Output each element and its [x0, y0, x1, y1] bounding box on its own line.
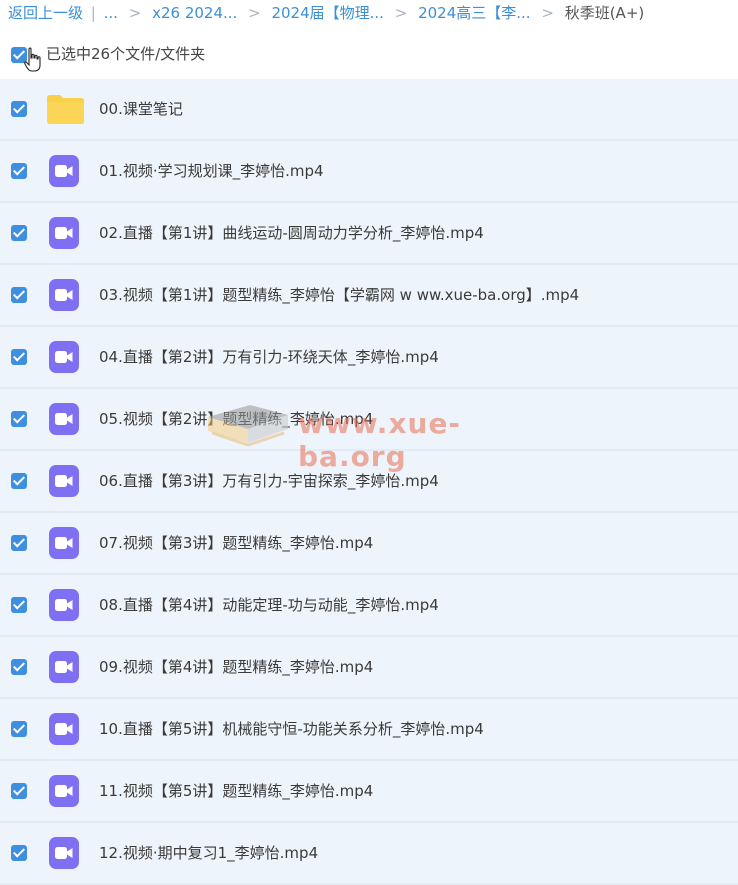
video-file-icon: [49, 279, 79, 311]
file-name[interactable]: 00.课堂笔记: [99, 98, 183, 120]
breadcrumb-item-senior[interactable]: 2024高三【李...: [418, 4, 530, 22]
video-file-icon: [49, 589, 79, 621]
file-row[interactable]: 04.直播【第2讲】万有引力-环绕天体_李婷怡.mp4: [0, 327, 738, 389]
file-name[interactable]: 02.直播【第1讲】曲线运动-圆周动力学分析_李婷怡.mp4: [99, 222, 484, 244]
breadcrumb-separator: >: [128, 4, 142, 22]
file-checkbox[interactable]: [11, 473, 27, 489]
file-checkbox[interactable]: [11, 783, 27, 799]
file-row[interactable]: 05.视频【第2讲】题型精练_李婷怡.mp4: [0, 389, 738, 451]
breadcrumb-current: 秋季班(A+): [564, 4, 645, 22]
file-row[interactable]: 02.直播【第1讲】曲线运动-圆周动力学分析_李婷怡.mp4: [0, 203, 738, 265]
file-checkbox[interactable]: [11, 411, 27, 427]
file-row[interactable]: 08.直播【第4讲】动能定理-功与动能_李婷怡.mp4: [0, 575, 738, 637]
selection-count-text: 已选中26个文件/文件夹: [46, 45, 206, 63]
breadcrumb-pipe: |: [90, 4, 96, 22]
file-checkbox[interactable]: [11, 597, 27, 613]
video-file-icon: [49, 651, 79, 683]
file-name[interactable]: 09.视频【第4讲】题型精练_李婷怡.mp4: [99, 656, 373, 678]
selection-bar: 已选中26个文件/文件夹: [0, 38, 738, 72]
file-row[interactable]: 00.课堂笔记: [0, 79, 738, 141]
file-name[interactable]: 06.直播【第3讲】万有引力-宇宙探索_李婷怡.mp4: [99, 470, 439, 492]
file-row[interactable]: 06.直播【第3讲】万有引力-宇宙探索_李婷怡.mp4: [0, 451, 738, 513]
video-file-icon: [49, 155, 79, 187]
back-link[interactable]: 返回上一级: [8, 4, 83, 22]
video-file-icon: [49, 713, 79, 745]
breadcrumb-separator: >: [248, 4, 261, 22]
file-name[interactable]: 04.直播【第2讲】万有引力-环绕天体_李婷怡.mp4: [99, 346, 439, 368]
file-row[interactable]: 10.直播【第5讲】机械能守恒-功能关系分析_李婷怡.mp4: [0, 699, 738, 761]
video-file-icon: [49, 403, 79, 435]
video-file-icon: [49, 341, 79, 373]
video-file-icon: [49, 837, 79, 869]
video-file-icon: [49, 465, 79, 497]
breadcrumb-separator: >: [541, 4, 554, 22]
file-row[interactable]: 11.视频【第5讲】题型精练_李婷怡.mp4: [0, 761, 738, 823]
file-list: 00.课堂笔记 01.视频·学习规划课_李婷怡.mp4 02.直播【第1讲】曲线运动…: [0, 79, 738, 885]
file-checkbox[interactable]: [11, 163, 27, 179]
video-file-icon: [49, 527, 79, 559]
file-checkbox[interactable]: [11, 721, 27, 737]
file-name[interactable]: 08.直播【第4讲】动能定理-功与动能_李婷怡.mp4: [99, 594, 439, 616]
breadcrumb-separator: >: [394, 4, 408, 22]
file-row[interactable]: 09.视频【第4讲】题型精练_李婷怡.mp4: [0, 637, 738, 699]
hand-cursor-icon: [24, 47, 41, 72]
folder-icon: [47, 94, 84, 124]
file-name[interactable]: 01.视频·学习规划课_李婷怡.mp4: [99, 160, 324, 182]
file-name[interactable]: 11.视频【第5讲】题型精练_李婷怡.mp4: [99, 780, 373, 802]
file-name[interactable]: 03.视频【第1讲】题型精练_李婷怡【学霸网 w ww.xue-ba.org】.…: [99, 284, 579, 306]
file-checkbox[interactable]: [11, 535, 27, 551]
file-name[interactable]: 05.视频【第2讲】题型精练_李婷怡.mp4: [99, 408, 373, 430]
breadcrumb-item-x26[interactable]: x26 2024...: [152, 4, 237, 22]
video-file-icon: [49, 775, 79, 807]
breadcrumb-item-ellipsis[interactable]: ...: [104, 4, 118, 22]
breadcrumb: 返回上一级 | ... > x26 2024... > 2024届【物理... …: [8, 2, 733, 24]
file-checkbox[interactable]: [11, 659, 27, 675]
file-row[interactable]: 03.视频【第1讲】题型精练_李婷怡【学霸网 w ww.xue-ba.org】.…: [0, 265, 738, 327]
file-checkbox[interactable]: [11, 845, 27, 861]
file-checkbox[interactable]: [11, 225, 27, 241]
video-file-icon: [49, 217, 79, 249]
breadcrumb-item-physics[interactable]: 2024届【物理...: [271, 4, 383, 22]
file-checkbox[interactable]: [11, 101, 27, 117]
file-row[interactable]: 12.视频·期中复习1_李婷怡.mp4: [0, 823, 738, 885]
file-name[interactable]: 10.直播【第5讲】机械能守恒-功能关系分析_李婷怡.mp4: [99, 718, 484, 740]
file-checkbox[interactable]: [11, 287, 27, 303]
file-name[interactable]: 07.视频【第3讲】题型精练_李婷怡.mp4: [99, 532, 373, 554]
file-row[interactable]: 07.视频【第3讲】题型精练_李婷怡.mp4: [0, 513, 738, 575]
file-checkbox[interactable]: [11, 349, 27, 365]
file-row[interactable]: 01.视频·学习规划课_李婷怡.mp4: [0, 141, 738, 203]
